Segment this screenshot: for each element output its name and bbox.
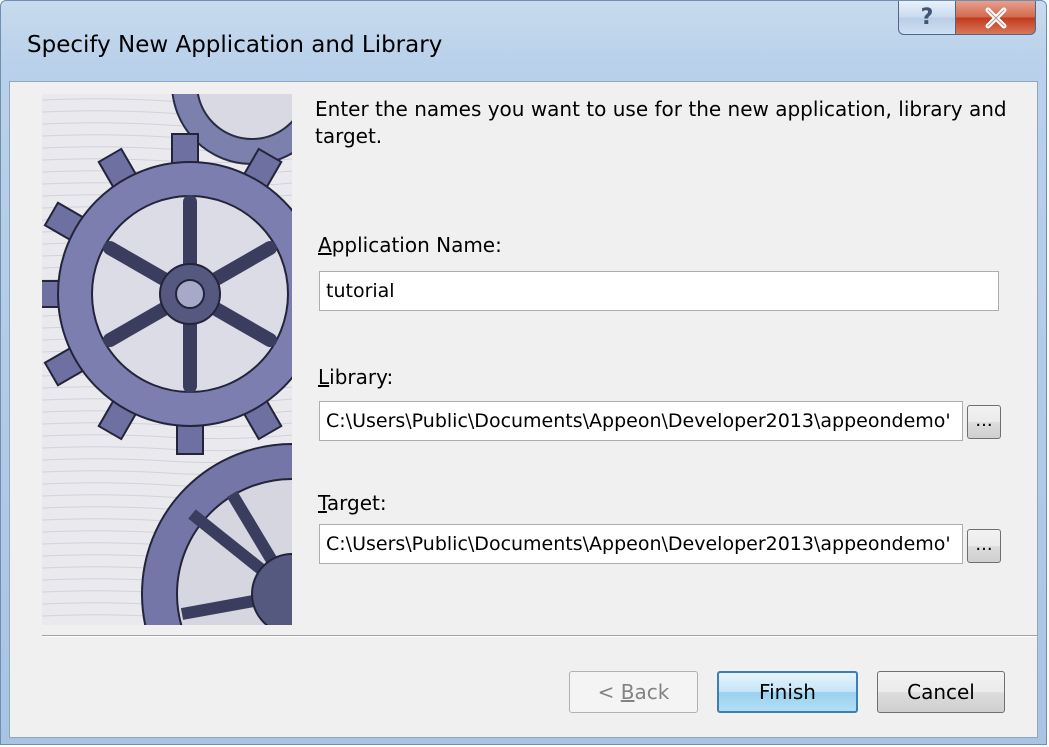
back-button-accel: B	[620, 680, 635, 704]
button-separator	[42, 635, 1037, 637]
help-icon: ?	[920, 5, 934, 30]
finish-button[interactable]: Finish	[717, 671, 858, 713]
target-label-text: arget:	[326, 491, 387, 515]
help-button[interactable]: ?	[898, 1, 956, 35]
application-name-label: Application Name:	[318, 233, 502, 257]
target-browse-button[interactable]: ...	[967, 529, 1001, 563]
application-name-input[interactable]: tutorial	[319, 271, 999, 311]
target-accel: T	[318, 491, 327, 515]
instructions-text: Enter the names you want to use for the …	[315, 97, 1007, 148]
gears-image	[42, 94, 292, 625]
back-button-label: ack	[634, 680, 670, 704]
library-accel: L	[318, 365, 330, 389]
close-button[interactable]	[956, 1, 1036, 35]
close-icon	[985, 7, 1006, 28]
window-title: Specify New Application and Library	[27, 32, 443, 58]
library-label-text: ibrary:	[329, 365, 394, 389]
title-bar[interactable]: Specify New Application and Library ?	[1, 1, 1048, 81]
gears-illustration	[42, 94, 292, 625]
target-input[interactable]: C:\Users\Public\Documents\Appeon\Develop…	[319, 524, 963, 564]
caption-buttons: ?	[898, 1, 1036, 35]
back-button-prefix: <	[597, 680, 621, 704]
back-button[interactable]: < Back	[569, 671, 698, 713]
dialog-client-area: Enter the names you want to use for the …	[9, 81, 1038, 738]
cancel-button[interactable]: Cancel	[877, 671, 1005, 713]
library-input[interactable]: C:\Users\Public\Documents\Appeon\Develop…	[319, 401, 963, 441]
target-label: Target:	[318, 491, 387, 515]
application-name-accel: A	[318, 233, 332, 257]
library-label: Library:	[318, 365, 393, 389]
dialog-window: Specify New Application and Library ? En…	[0, 0, 1047, 745]
library-browse-button[interactable]: ...	[967, 405, 1001, 439]
application-name-label-text: pplication Name:	[331, 233, 502, 257]
